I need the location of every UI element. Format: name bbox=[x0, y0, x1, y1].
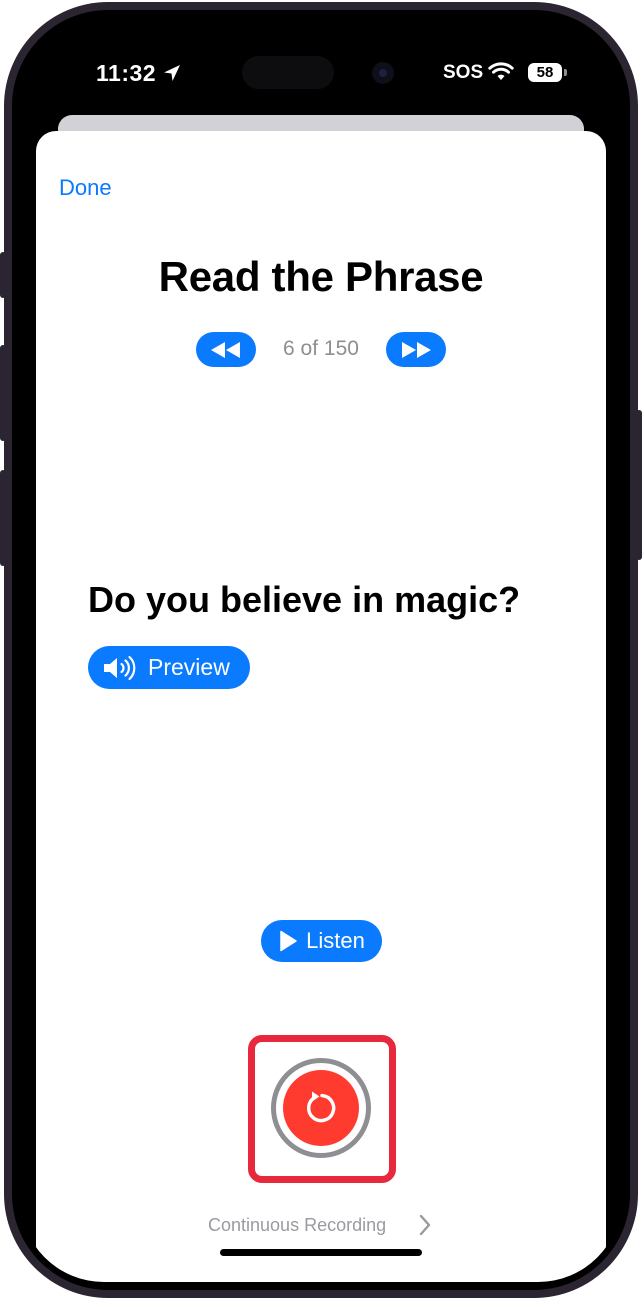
battery-icon: 58 bbox=[528, 63, 562, 82]
voice-training-sheet: Done Read the Phrase 6 of 150 Do you bel… bbox=[36, 131, 606, 1282]
preview-label: Preview bbox=[148, 654, 230, 680]
power-button bbox=[636, 410, 642, 560]
volume-up-button bbox=[0, 345, 6, 441]
front-camera bbox=[372, 62, 394, 84]
rewind-icon bbox=[211, 341, 240, 358]
home-indicator[interactable] bbox=[220, 1249, 422, 1256]
previous-phrase-button[interactable] bbox=[196, 332, 256, 367]
record-button[interactable] bbox=[283, 1070, 359, 1146]
status-bar: 11:32 SOS 58 bbox=[20, 18, 622, 118]
wifi-icon bbox=[488, 62, 514, 80]
redo-icon bbox=[306, 1091, 336, 1123]
continuous-recording-link[interactable]: Continuous Recording bbox=[208, 1215, 386, 1236]
phrase-text: Do you believe in magic? bbox=[88, 579, 521, 620]
play-icon bbox=[280, 930, 297, 952]
phrase-counter: 6 of 150 bbox=[283, 337, 359, 360]
done-button[interactable]: Done bbox=[59, 175, 112, 201]
record-button-ring bbox=[271, 1058, 371, 1158]
location-arrow-icon bbox=[164, 65, 180, 81]
page-title: Read the Phrase bbox=[158, 253, 484, 300]
action-button bbox=[0, 252, 6, 298]
screen: 11:32 SOS 58 Done Read the Phrase 6 of 1… bbox=[20, 18, 622, 1282]
preview-button[interactable]: Preview bbox=[88, 646, 250, 689]
next-phrase-button[interactable] bbox=[386, 332, 446, 367]
sos-indicator: SOS bbox=[443, 62, 484, 83]
dynamic-island bbox=[242, 56, 334, 89]
phone-frame: 11:32 SOS 58 Done Read the Phrase 6 of 1… bbox=[0, 0, 642, 1301]
chevron-right-icon[interactable] bbox=[417, 1213, 433, 1237]
status-time: 11:32 bbox=[96, 60, 157, 86]
record-button-highlight bbox=[248, 1035, 396, 1183]
listen-label: Listen bbox=[306, 928, 365, 953]
battery-tip bbox=[564, 69, 567, 76]
fast-forward-icon bbox=[402, 341, 431, 358]
listen-button[interactable]: Listen bbox=[261, 920, 382, 962]
volume-down-button bbox=[0, 470, 6, 566]
speaker-icon bbox=[104, 655, 136, 680]
